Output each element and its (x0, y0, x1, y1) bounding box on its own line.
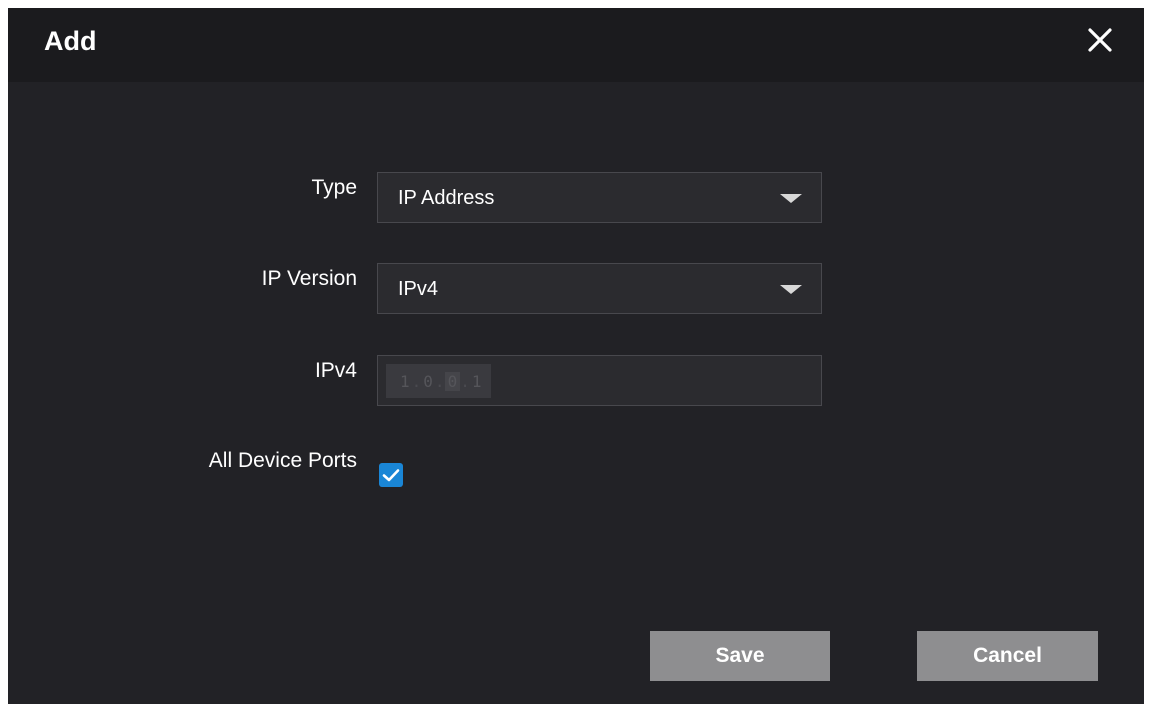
ip-version-select[interactable]: IPv4 (377, 263, 822, 314)
ipv4-dot: . (411, 371, 422, 391)
checkmark-icon (382, 469, 400, 482)
chevron-down-icon (780, 285, 802, 294)
ip-version-label: IP Version (261, 267, 357, 290)
dialog-title: Add (44, 26, 97, 56)
ipv4-octet-3[interactable]: 0 (444, 371, 461, 391)
ipv4-dot: . (434, 371, 445, 391)
cancel-button[interactable]: Cancel (917, 631, 1098, 681)
ipv4-octet-4[interactable]: 1 (470, 372, 484, 391)
dialog-header: Add (8, 8, 1144, 82)
ipv4-octets: 1 . 0 . 0 . 1 (386, 364, 492, 398)
ipv4-octet-2[interactable]: 0 (421, 372, 435, 391)
type-select[interactable]: IP Address (377, 172, 822, 223)
save-button[interactable]: Save (650, 631, 830, 681)
all-device-ports-label: All Device Ports (208, 449, 357, 472)
ipv4-octet-1[interactable]: 1 (398, 372, 412, 391)
ipv4-dot: . (460, 371, 470, 391)
chevron-down-icon (780, 194, 802, 203)
all-device-ports-checkbox[interactable] (379, 463, 403, 487)
page: Add Type IP Address IP Version IPv4 IPv4… (0, 0, 1159, 704)
close-button[interactable] (1082, 22, 1118, 58)
type-label: Type (311, 176, 357, 199)
type-select-value: IP Address (398, 187, 495, 209)
ipv4-label: IPv4 (314, 359, 357, 382)
close-icon (1088, 28, 1112, 52)
ipv4-input[interactable]: 1 . 0 . 0 . 1 (377, 355, 822, 406)
ip-version-select-value: IPv4 (398, 278, 439, 300)
add-dialog: Add Type IP Address IP Version IPv4 IPv4… (8, 8, 1144, 704)
